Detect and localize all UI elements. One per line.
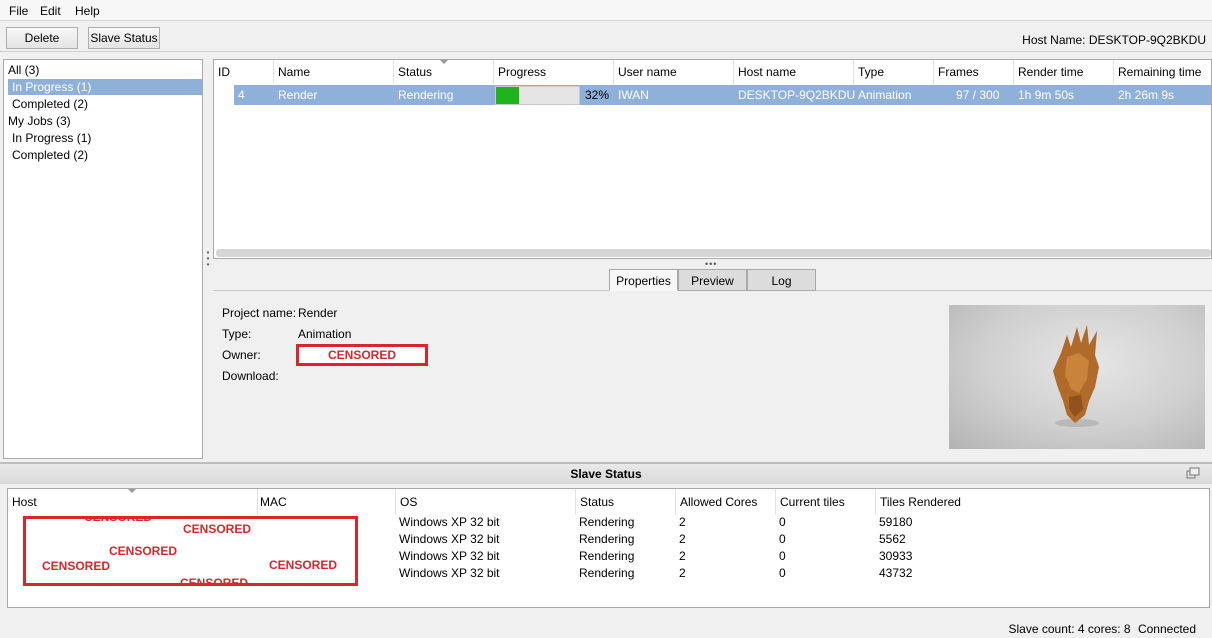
slave-current-tiles: 0 [779,532,786,546]
cores-count: cores: 8 [1087,622,1131,636]
slave-os: Windows XP 32 bit [399,566,500,580]
slave-status-button[interactable]: Slave Status [88,27,160,49]
tree-item-my-in-progress[interactable]: In Progress (1) [12,130,91,146]
tree-item-all-in-progress[interactable]: In Progress (1) [8,79,202,95]
censored-label: CENSORED [180,576,249,586]
slave-count: Slave count: 4 [1008,622,1085,636]
table-row[interactable]: 4 Render Rendering 32% IWAN DESKTOP-9Q2B… [234,85,1211,105]
censored-label: CENSORED [42,559,111,573]
project-name-label: Project name: [222,306,297,320]
tab-preview[interactable]: Preview [678,269,747,291]
sculpture-render-graphic [1053,325,1099,427]
sort-down-icon [440,60,448,64]
slave-tiles-rendered: 30933 [879,549,913,563]
col-id[interactable]: ID [214,60,274,84]
slave-tiles-rendered: 59180 [879,515,913,529]
type-label: Type: [222,327,252,341]
censored-label: CENSORED [269,558,338,572]
col-progress[interactable]: Progress [494,60,614,84]
owner-censored-box: CENSORED [296,344,428,366]
tab-log[interactable]: Log [747,269,816,291]
slave-tiles-rendered: 5562 [879,532,906,546]
tree-item-all-completed[interactable]: Completed (2) [12,96,88,112]
slave-status: Rendering [579,549,635,563]
slave-cores: 2 [679,566,686,580]
slave-current-tiles: 0 [779,566,786,580]
tree-item-my-jobs[interactable]: My Jobs (3) [8,113,71,129]
col-type[interactable]: Type [854,60,934,84]
col-current-tiles[interactable]: Current tiles [776,489,876,515]
tree-item-all[interactable]: All (3) [8,62,39,78]
vertical-splitter-handle[interactable]: • • • [205,249,211,270]
job-progress-fill [496,87,520,104]
status-bar: Slave count: 4 cores: 8 Connected [1009,622,1196,636]
col-allowed-cores[interactable]: Allowed Cores [676,489,776,515]
slave-status: Rendering [579,532,635,546]
menu-help[interactable]: Help [75,4,100,18]
slave-status: Rendering [579,566,635,580]
slave-tiles-rendered: 43732 [879,566,913,580]
jobs-table: ID Name Status Progress User name Host n… [213,59,1212,259]
col-frames[interactable]: Frames [934,60,1014,84]
col-host-name[interactable]: Host name [734,60,854,84]
project-name-value: Render [298,306,338,320]
type-value: Animation [298,327,352,341]
slave-status: Rendering [579,515,635,529]
job-status: Rendering [398,88,454,102]
owner-label: Owner: [222,348,261,362]
col-remaining-time[interactable]: Remaining time [1114,60,1211,84]
host-name-label: Host Name: DESKTOP-9Q2BKDU [1022,33,1206,47]
col-name[interactable]: Name [274,60,394,84]
render-preview-image [949,305,1205,449]
toolbar: Delete Slave Status Host Name: DESKTOP-9… [0,22,1212,52]
slave-os: Windows XP 32 bit [399,515,500,529]
censored-label: CENSORED [109,544,178,558]
download-label: Download: [222,369,279,383]
col-slave-status[interactable]: Status [576,489,676,515]
tab-properties[interactable]: Properties [609,269,678,291]
job-filter-tree: All (3) In Progress (1) Completed (2) My… [3,59,203,459]
menu-edit[interactable]: Edit [40,4,61,18]
job-id: 4 [238,88,245,102]
job-progress-text: 32% [585,88,610,102]
connection-status: Connected [1137,622,1196,636]
job-type: Animation [858,88,912,102]
job-progress-bar [495,86,580,105]
menu-bar: File Edit Help [0,0,1212,21]
slave-os: Windows XP 32 bit [399,549,500,563]
censored-label: CENSORED [84,516,153,524]
job-render-time: 1h 9m 50s [1018,88,1075,102]
censored-label: CENSORED [183,522,252,536]
delete-button[interactable]: Delete [6,27,78,49]
slave-current-tiles: 0 [779,549,786,563]
properties-panel: Project name: Render Type: Animation Own… [213,291,1212,459]
slave-status-title-bar: Slave Status [0,462,1212,484]
col-mac[interactable]: MAC [256,489,396,515]
col-render-time[interactable]: Render time [1014,60,1114,84]
sort-down-icon [128,489,136,493]
job-host: DESKTOP-9Q2BKDU [738,88,856,102]
horizontal-splitter-handle[interactable]: ••• [705,259,717,269]
col-os[interactable]: OS [396,489,576,515]
job-remaining-time: 2h 26m 9s [1118,88,1175,102]
slave-status-table: Host MAC OS Status Allowed Cores Current… [7,488,1210,608]
job-frames: 97 / 300 [956,88,1000,102]
slave-status-title: Slave Status [570,467,642,481]
tree-item-my-completed[interactable]: Completed (2) [12,147,88,163]
censored-hosts-box: CENSORED CENSORED CENSORED CENSORED CENS… [23,516,358,586]
job-name: Render [278,88,318,102]
col-tiles-rendered[interactable]: Tiles Rendered [876,489,1209,515]
jobs-table-header: ID Name Status Progress User name Host n… [214,60,1211,84]
slave-cores: 2 [679,515,686,529]
menu-file[interactable]: File [9,4,28,18]
slave-os: Windows XP 32 bit [399,532,500,546]
col-user-name[interactable]: User name [614,60,734,84]
slave-cores: 2 [679,532,686,546]
slave-current-tiles: 0 [779,515,786,529]
restore-window-icon[interactable] [1186,467,1200,479]
slave-cores: 2 [679,549,686,563]
job-user: IWAN [618,88,649,102]
horizontal-scrollbar[interactable] [216,249,1211,257]
